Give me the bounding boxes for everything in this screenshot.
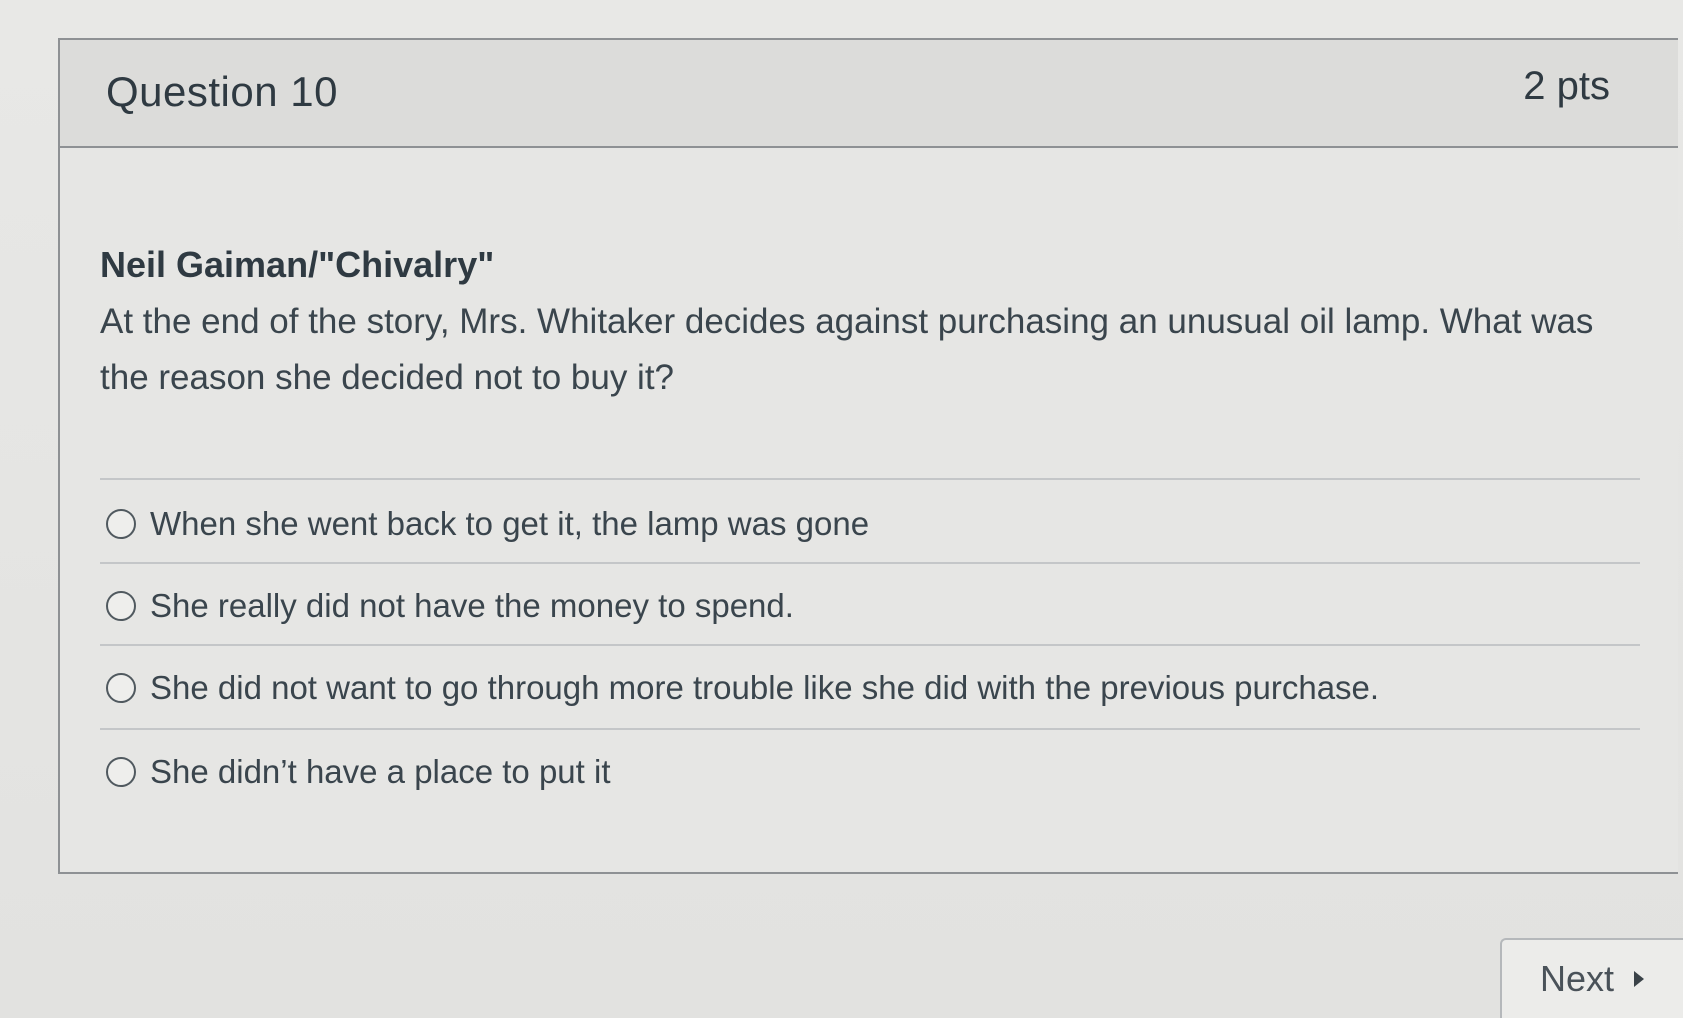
question-points: 2 pts [1523,64,1610,108]
answer-divider [100,562,1640,564]
next-label[interactable]: Next [1540,958,1614,1000]
answer-option[interactable]: She really did not have the money to spe… [100,576,1640,636]
answer-label[interactable]: When she went back to get it, the lamp w… [150,505,869,543]
next-button[interactable]: Next [1500,938,1683,1018]
answer-divider [100,728,1640,730]
question-title: Question 10 [106,68,338,115]
answer-label[interactable]: She really did not have the money to spe… [150,587,794,625]
question-subject: Neil Gaiman/"Chivalry" [100,244,495,285]
answer-label[interactable]: She didn’t have a place to put it [150,753,611,791]
answer-divider [100,644,1640,646]
answer-label[interactable]: She did not want to go through more trou… [150,669,1379,707]
radio-button[interactable] [106,509,136,539]
answer-option[interactable]: When she went back to get it, the lamp w… [100,494,1640,554]
radio-button[interactable] [106,591,136,621]
question-header: Question 10 2 pts [60,40,1678,148]
quiz-page: Question 10 2 pts Neil Gaiman/"Chivalry"… [0,0,1683,1018]
radio-button[interactable] [106,673,136,703]
question-card: Question 10 2 pts Neil Gaiman/"Chivalry"… [58,38,1678,874]
answer-option[interactable]: She didn’t have a place to put it [100,742,1640,802]
question-text: At the end of the story, Mrs. Whitaker d… [100,302,1594,397]
radio-button[interactable] [106,757,136,787]
answers-top-divider [100,478,1640,480]
caret-right-icon[interactable] [1634,971,1645,987]
question-body: Neil Gaiman/"Chivalry" At the end of the… [100,148,1678,872]
answer-option[interactable]: She did not want to go through more trou… [100,658,1640,718]
